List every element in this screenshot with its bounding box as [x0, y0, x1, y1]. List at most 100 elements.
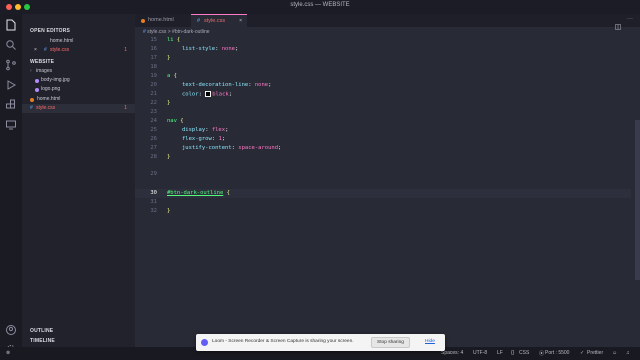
explorer-icon[interactable]	[5, 18, 17, 31]
code-line[interactable]: li {	[167, 37, 180, 43]
window-title: style.css — WEBSITE	[290, 2, 350, 8]
code-line[interactable]: a {	[167, 73, 177, 79]
colon: :	[205, 127, 212, 133]
code-line[interactable]: }	[167, 100, 170, 106]
language-mode-status[interactable]: CSS	[519, 350, 529, 356]
code-line[interactable]: color: black;	[182, 91, 232, 98]
loom-sharing-message: Loom - Screen Recorder & Screen Capture …	[212, 339, 354, 344]
code-line[interactable]: list-style: none;	[182, 46, 238, 52]
remote-indicator-icon[interactable]: ⊗	[6, 350, 10, 356]
search-icon[interactable]	[5, 38, 17, 50]
breadcrumb-symbol[interactable]: #btn-dark-outline	[172, 29, 210, 35]
tree-item-label: home.html	[37, 96, 61, 102]
code-line[interactable]: }	[167, 55, 170, 61]
code-line[interactable]: display: flex;	[182, 127, 228, 133]
check-icon: ✓	[580, 350, 585, 356]
css-value: black	[212, 91, 229, 98]
css-property: list-style	[182, 46, 216, 52]
css-property: text-decoration-line	[182, 82, 249, 88]
tab-style-css[interactable]: # style.css ×	[191, 14, 247, 28]
open-editor-style-css[interactable]: × # style.css 1	[22, 46, 135, 55]
line-number: 28	[150, 154, 157, 160]
css-value: space-around	[238, 145, 279, 151]
open-editor-label: home.html	[50, 38, 74, 44]
timeline-panel-header[interactable]: TIMELINE	[30, 338, 55, 344]
code-line[interactable]: text-decoration-line: none;	[182, 82, 271, 88]
breadcrumb-file[interactable]: style.css	[147, 29, 166, 35]
tab-home-html[interactable]: home.html	[135, 14, 190, 27]
semicolon: ;	[235, 46, 239, 52]
folder-header-website[interactable]: WEBSITE	[30, 59, 54, 65]
html-file-icon	[30, 97, 34, 102]
notifications-bell-icon[interactable]: ♫	[626, 350, 630, 356]
remote-explorer-icon[interactable]	[5, 118, 17, 130]
css-selector: li	[167, 37, 174, 43]
colon: :	[248, 82, 255, 88]
run-debug-icon[interactable]	[5, 78, 17, 90]
source-control-icon[interactable]	[5, 58, 17, 71]
color-swatch[interactable]	[205, 91, 212, 97]
image-file-icon	[35, 78, 39, 83]
loom-logo-icon	[201, 339, 208, 346]
code-line[interactable]: #btn-dark-outline {	[167, 190, 230, 196]
more-actions-icon[interactable]: ···	[627, 16, 633, 22]
encoding-status[interactable]: UTF-8	[473, 350, 487, 356]
code-line[interactable]: }	[167, 154, 170, 160]
css-value: none	[221, 46, 235, 52]
activity-bar	[0, 14, 23, 353]
breadcrumb-separator: >	[167, 29, 171, 35]
open-editor-home-html[interactable]: home.html	[22, 37, 135, 46]
colon: :	[215, 46, 222, 52]
line-number: 26	[150, 136, 157, 142]
tree-file-logo[interactable]: logo.png	[22, 85, 135, 94]
close-editor-icon[interactable]: ×	[34, 46, 37, 55]
line-number: 16	[150, 46, 157, 52]
code-line[interactable]: justify-content: space-around;	[182, 145, 281, 151]
semicolon: ;	[221, 136, 226, 142]
split-editor-icon[interactable]	[615, 17, 621, 30]
css-property: display	[182, 127, 206, 133]
feedback-icon[interactable]: ☺	[612, 350, 617, 356]
open-editors-header[interactable]: OPEN EDITORS	[30, 28, 70, 34]
line-number: 23	[150, 109, 157, 115]
line-number: 31	[150, 199, 157, 205]
problem-count-badge: 1	[124, 47, 127, 53]
semicolon: ;	[228, 91, 233, 98]
code-line[interactable]: }	[167, 208, 170, 214]
tree-item-label: style.css	[36, 105, 56, 111]
indentation-status[interactable]: Spaces: 4	[441, 350, 463, 356]
code-line[interactable]: flex-grow: 1;	[182, 136, 225, 142]
hide-banner-link[interactable]: Hide	[425, 339, 435, 344]
css-property: color	[182, 91, 199, 98]
css-file-icon: #	[44, 47, 47, 53]
line-number: 15	[150, 37, 157, 43]
line-number: 29	[150, 171, 157, 177]
eol-status[interactable]: LF	[497, 350, 503, 356]
live-server-status[interactable]: Port : 5500	[545, 350, 569, 356]
prettier-status[interactable]: Prettier	[587, 350, 603, 356]
extensions-icon[interactable]	[5, 98, 17, 110]
semicolon: ;	[278, 145, 282, 151]
line-number: 25	[150, 127, 157, 133]
css-value: flex	[211, 127, 226, 133]
code-line[interactable]: nav {	[167, 118, 184, 124]
css-selector: nav	[167, 118, 177, 124]
tree-file-home-html[interactable]: home.html	[22, 95, 135, 104]
account-icon[interactable]	[5, 323, 17, 335]
editor-scrollbar[interactable]	[635, 120, 640, 280]
title-bar: style.css — WEBSITE	[0, 0, 640, 15]
open-editor-label: style.css	[50, 47, 70, 53]
brackets-icon: {}	[511, 350, 515, 356]
line-number: 30	[150, 190, 157, 196]
tab-label: style.css	[204, 18, 226, 24]
html-file-icon	[141, 18, 145, 23]
stop-sharing-button[interactable]: Stop sharing	[371, 337, 410, 348]
tree-file-body-img[interactable]: body-img.jpg	[22, 76, 135, 85]
tab-label: home.html	[148, 17, 174, 23]
close-tab-icon[interactable]: ×	[239, 15, 242, 28]
chevron-right-icon: ›	[30, 68, 32, 74]
outline-panel-header[interactable]: OUTLINE	[30, 328, 53, 334]
tree-file-style-css[interactable]: # style.css 1	[22, 104, 135, 113]
tree-folder-images[interactable]: › images	[22, 67, 135, 76]
line-number: 21	[150, 91, 157, 97]
